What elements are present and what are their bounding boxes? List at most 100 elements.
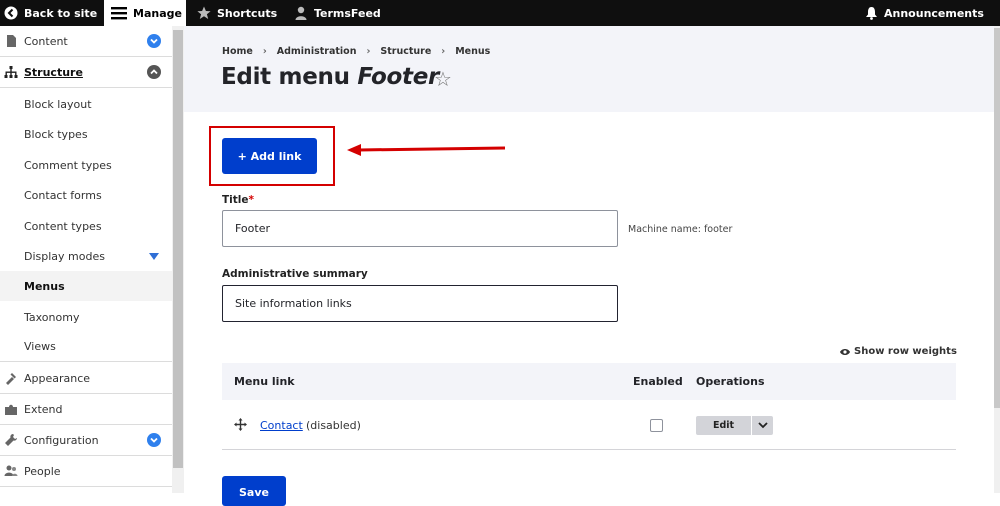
column-header-operations: Operations (696, 375, 765, 388)
shortcuts-label: Shortcuts (217, 6, 278, 20)
sidebar-item-label: Display modes (24, 249, 105, 263)
highlight-box (209, 126, 335, 186)
page-title-prefix: Edit menu (221, 64, 358, 90)
breadcrumb-menus[interactable]: Menus (455, 46, 490, 57)
breadcrumb-structure[interactable]: Structure (380, 46, 431, 57)
sidebar-item-label: Menus (24, 279, 65, 293)
operations-dropbutton: Edit (696, 416, 773, 435)
machine-name: Machine name: footer (628, 224, 733, 235)
table-row: Contact (disabled) Edit (222, 400, 956, 450)
caret-down-icon[interactable] (149, 253, 159, 260)
title-label: Title* (222, 194, 254, 206)
page-scrollbar[interactable] (994, 26, 1000, 493)
menu-link-contact[interactable]: Contact (260, 419, 303, 432)
wrench-icon (5, 434, 17, 446)
people-icon (4, 465, 18, 476)
sidebar-subitem-content-types[interactable]: Content types (0, 211, 172, 241)
sidebar-item-people[interactable]: People (0, 456, 172, 487)
drag-handle-icon[interactable] (234, 418, 247, 431)
sidebar-item-appearance[interactable]: Appearance (0, 363, 172, 394)
user-label: TermsFeed (314, 6, 381, 20)
chevron-up-icon[interactable] (147, 65, 161, 79)
required-mark: * (248, 194, 255, 206)
page-header: Home › Administration › Structure › Menu… (184, 26, 994, 112)
column-header-enabled: Enabled (633, 375, 683, 388)
sidebar-item-configuration[interactable]: Configuration (0, 425, 172, 456)
eye-icon (840, 348, 850, 355)
sidebar-item-label: Block layout (24, 97, 92, 111)
breadcrumb: Home › Administration › Structure › Menu… (222, 46, 490, 57)
operations-toggle[interactable] (752, 416, 773, 435)
summary-label: Administrative summary (222, 268, 368, 280)
annotation-arrow-icon (347, 144, 506, 156)
star-icon (197, 6, 211, 19)
sidebar-item-label: Content (24, 34, 68, 48)
scrollbar-thumb[interactable] (173, 30, 183, 468)
user-tab[interactable]: TermsFeed (294, 0, 381, 26)
sidebar-subitem-display-modes[interactable]: Display modes (0, 241, 172, 271)
title-label-text: Title (222, 194, 249, 206)
title-input[interactable] (222, 210, 618, 247)
paintbrush-icon (6, 373, 16, 385)
sidebar-item-label: Views (24, 340, 56, 353)
sidebar-subitem-block-types[interactable]: Block types (0, 119, 172, 149)
sidebar-scrollbar[interactable] (172, 26, 184, 493)
sidebar-item-structure[interactable]: Structure (0, 57, 172, 88)
sidebar-subitem-menus[interactable]: Menus (0, 271, 172, 301)
back-to-site-link[interactable]: Back to site (4, 0, 97, 26)
sidebar-item-label: Structure (24, 65, 83, 79)
manage-tab[interactable]: Manage (104, 0, 186, 26)
sidebar-subitem-views[interactable]: Views (0, 332, 172, 362)
breadcrumb-separator: › (441, 46, 446, 57)
sidebar-item-content[interactable]: Content (0, 26, 172, 57)
sidebar-item-label: Content types (24, 219, 102, 233)
sidebar-item-extend[interactable]: Extend (0, 394, 172, 425)
column-header-menu-link: Menu link (234, 375, 295, 388)
admin-sidebar: Content Structure Block layout Block typ… (0, 26, 184, 493)
announcements-tab[interactable]: Announcements (865, 0, 984, 26)
show-row-weights-link[interactable]: Show row weights (840, 346, 957, 357)
chevron-down-icon (757, 422, 768, 429)
page-title-menu-name: Footer (357, 64, 440, 90)
bell-icon (866, 7, 877, 20)
edit-button[interactable]: Edit (696, 416, 752, 435)
save-button[interactable]: Save (222, 476, 286, 506)
sidebar-item-label: Configuration (24, 433, 99, 447)
sidebar-item-label: Comment types (24, 158, 112, 172)
chevron-down-icon[interactable] (147, 433, 161, 447)
sidebar-subitem-comment-types[interactable]: Comment types (0, 150, 172, 180)
show-row-weights-label: Show row weights (854, 346, 957, 357)
breadcrumb-separator: › (262, 46, 267, 57)
sidebar-subitem-block-layout[interactable]: Block layout (0, 89, 172, 119)
scrollbar-thumb[interactable] (994, 28, 1000, 408)
document-icon (7, 35, 16, 47)
manage-label: Manage (133, 6, 182, 20)
back-to-site-label: Back to site (24, 6, 98, 20)
hamburger-icon (111, 7, 127, 20)
sidebar-item-label: People (24, 464, 61, 478)
sidebar-subitem-taxonomy[interactable]: Taxonomy (0, 302, 172, 332)
summary-input[interactable] (222, 285, 618, 322)
favorite-star-icon[interactable]: ☆ (434, 67, 452, 91)
sidebar-item-label: Block types (24, 127, 88, 141)
breadcrumb-home[interactable]: Home (222, 46, 253, 57)
sidebar-item-label: Taxonomy (24, 310, 80, 324)
sidebar-item-label: Appearance (24, 371, 91, 385)
enabled-checkbox[interactable] (650, 419, 663, 432)
chevron-down-icon[interactable] (147, 34, 161, 48)
page-title: Edit menu Footer (221, 64, 439, 90)
breadcrumb-administration[interactable]: Administration (277, 46, 357, 57)
sidebar-item-label: Contact forms (24, 188, 102, 202)
table-header: Menu link Enabled Operations (222, 363, 956, 400)
sitemap-icon (4, 66, 18, 78)
user-icon (295, 6, 307, 20)
announcements-label: Announcements (884, 6, 984, 20)
admin-toolbar: Back to site Manage Shortcuts TermsFeed … (0, 0, 1000, 26)
menu-link-status: (disabled) (306, 419, 361, 432)
back-arrow-icon (4, 6, 18, 20)
breadcrumb-separator: › (366, 46, 371, 57)
sidebar-subitem-contact-forms[interactable]: Contact forms (0, 180, 172, 210)
shortcuts-tab[interactable]: Shortcuts (197, 0, 277, 26)
puzzle-icon (5, 404, 17, 415)
sidebar-item-label: Extend (24, 402, 63, 416)
